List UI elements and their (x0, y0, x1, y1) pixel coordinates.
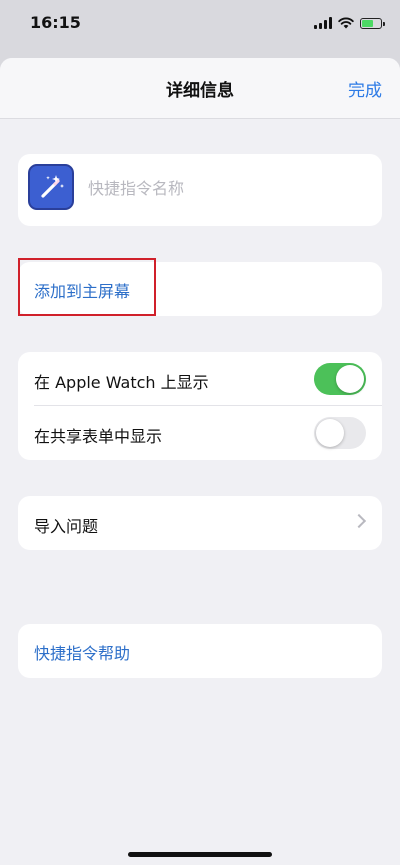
toggle-knob (316, 419, 344, 447)
shortcuts-help-link[interactable]: 快捷指令帮助 (34, 640, 130, 664)
battery-icon (360, 17, 385, 29)
import-questions-label: 导入问题 (34, 517, 99, 536)
show-on-watch-label: 在 Apple Watch 上显示 (34, 373, 209, 392)
shortcut-name-card (18, 154, 382, 226)
shortcut-name-input[interactable] (86, 172, 370, 204)
cellular-signal-icon (314, 17, 332, 29)
wifi-icon (338, 17, 354, 29)
add-to-home-screen-link[interactable]: 添加到主屏幕 (34, 278, 130, 302)
magic-wand-icon (41, 175, 64, 198)
show-in-share-sheet-label: 在共享表单中显示 (34, 427, 163, 446)
home-indicator (128, 852, 272, 857)
shortcut-icon-button[interactable] (28, 164, 74, 210)
show-on-watch-toggle[interactable] (314, 363, 366, 395)
add-to-home-card: 添加到主屏幕 (18, 262, 382, 316)
details-sheet: 详细信息 完成 添加到主屏幕 在 Apple Watch 上显示 (0, 58, 400, 865)
import-questions-row[interactable]: 导入问题 (18, 496, 382, 550)
navigation-bar: 详细信息 完成 (0, 58, 400, 119)
toggle-knob (336, 365, 364, 393)
chevron-right-icon (351, 513, 367, 529)
help-card: 快捷指令帮助 (18, 624, 382, 678)
show-in-share-sheet-row: 在共享表单中显示 (18, 406, 382, 460)
page-title: 详细信息 (166, 81, 234, 101)
show-in-share-sheet-toggle[interactable] (314, 417, 366, 449)
status-bar: 16:15 (0, 0, 400, 52)
done-button[interactable]: 完成 (348, 76, 382, 101)
status-icons (314, 15, 385, 31)
display-options-card: 在 Apple Watch 上显示 在共享表单中显示 (18, 352, 382, 460)
status-time: 16:15 (30, 13, 81, 32)
show-on-watch-row: 在 Apple Watch 上显示 (18, 352, 382, 406)
